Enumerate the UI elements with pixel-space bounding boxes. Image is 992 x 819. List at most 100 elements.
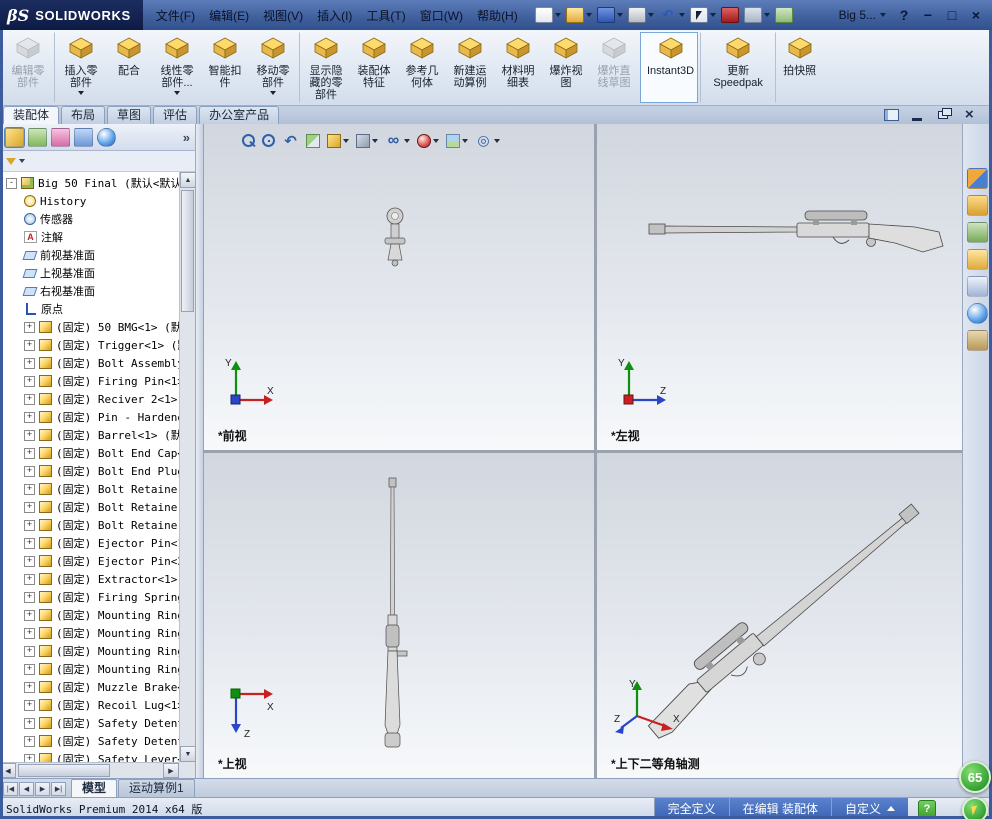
dropdown-caret-icon[interactable]: [372, 138, 378, 143]
tree-item[interactable]: (固定) Bolt Retainer Pi: [0, 498, 179, 516]
dropdown-caret-icon[interactable]: [678, 13, 685, 17]
tree-expander[interactable]: [24, 663, 35, 675]
ribbon-button[interactable]: 显示隐藏的零部件: [299, 32, 350, 103]
dropdown-caret-icon[interactable]: [78, 91, 84, 95]
tree-item[interactable]: (固定) Bolt End Cap<1>: [0, 444, 179, 462]
ribbon-button[interactable]: 智能扣件: [201, 32, 249, 103]
tab-nav-button[interactable]: |◀: [3, 782, 18, 796]
ribbon-button[interactable]: 配合: [105, 32, 153, 103]
tree-item[interactable]: (固定) Mounting Ring To: [0, 642, 179, 660]
tree-item[interactable]: (固定) Pin - Hardened G: [0, 408, 179, 426]
tree-item[interactable]: (固定) Muzzle Brake<1>: [0, 678, 179, 696]
tree-item[interactable]: (固定) Mounting Ring To: [0, 660, 179, 678]
viewport-restore-icon[interactable]: [934, 108, 952, 122]
quick-toolbar-button[interactable]: [564, 6, 594, 24]
ribbon-button[interactable]: 更新 Speedpak: [700, 32, 773, 103]
task-pane-appearances-icon[interactable]: [967, 276, 988, 297]
scrollbar-thumb[interactable]: [18, 764, 110, 777]
ribbon-button[interactable]: 材料明细表: [494, 32, 542, 103]
ribbon-button[interactable]: 移动零部件: [249, 32, 297, 103]
viewport-minimize-icon[interactable]: [908, 108, 926, 122]
dropdown-caret-icon[interactable]: [494, 138, 500, 143]
viewport-left[interactable]: Y Z *左视: [597, 124, 962, 450]
scrollbar-thumb[interactable]: [181, 190, 194, 312]
dropdown-caret-icon[interactable]: [554, 13, 561, 17]
tree-item[interactable]: (固定) Safety Detent<2>: [0, 732, 179, 750]
hud-toolbar-button[interactable]: [282, 132, 299, 149]
menu-item[interactable]: 窗口(W): [413, 5, 470, 26]
tree-vertical-scrollbar[interactable]: [179, 172, 196, 762]
command-tab[interactable]: 草图: [107, 106, 152, 124]
configurationmanager-icon[interactable]: [51, 127, 70, 147]
tree-item[interactable]: (固定) Firing Pin<1> (默: [0, 372, 179, 390]
ribbon-button[interactable]: 编辑零部件: [4, 32, 52, 103]
panel-overflow-chevron[interactable]: »: [183, 130, 190, 145]
ribbon-button[interactable]: 爆炸直线草图: [590, 32, 638, 103]
filter-caret-icon[interactable]: [19, 159, 25, 163]
quick-toolbar-button[interactable]: [719, 6, 741, 24]
featuremanager-tree-icon[interactable]: [4, 126, 25, 148]
dropdown-caret-icon[interactable]: [585, 13, 592, 17]
command-tab[interactable]: 办公室产品: [199, 106, 280, 124]
tree-expander[interactable]: [24, 735, 35, 747]
tree-item[interactable]: (固定) Safety Detent<1>: [0, 714, 179, 732]
command-tab[interactable]: 布局: [61, 106, 106, 124]
hud-toolbar-button[interactable]: [385, 132, 410, 149]
quick-toolbar-button[interactable]: [688, 6, 718, 24]
scroll-right-arrow[interactable]: [163, 763, 179, 778]
tree-item[interactable]: (固定) Bolt Assembly<1>: [0, 354, 179, 372]
tree-expander[interactable]: [24, 321, 35, 333]
tree-expander[interactable]: [24, 591, 35, 603]
dropdown-caret-icon[interactable]: [709, 13, 716, 17]
tree-item-root[interactable]: Big 50 Final (默认<默认_显: [0, 174, 179, 192]
ribbon-button[interactable]: Instant3D: [640, 32, 699, 103]
propertymanager-icon[interactable]: [28, 127, 47, 147]
quick-toolbar-button[interactable]: [595, 6, 625, 24]
dropdown-caret-icon[interactable]: [462, 138, 468, 143]
command-tab[interactable]: 装配体: [3, 106, 60, 124]
dropdown-caret-icon[interactable]: [616, 13, 623, 17]
tab-nav-button[interactable]: ▶: [35, 782, 50, 796]
task-pane-design-library-icon[interactable]: [967, 195, 988, 216]
study-tab[interactable]: 模型: [71, 779, 118, 797]
tree-item[interactable]: (固定) Trigger<1> (默认: [0, 336, 179, 354]
tree-filter-bar[interactable]: [0, 151, 195, 172]
menu-item[interactable]: 插入(I): [310, 5, 359, 26]
hud-toolbar-button[interactable]: [306, 133, 320, 148]
viewport-pane-icon[interactable]: [882, 108, 900, 122]
quick-toolbar-button[interactable]: [773, 6, 795, 24]
tree-item[interactable]: (固定) Recoil Lug<1> (默: [0, 696, 179, 714]
tree-item[interactable]: 传感器: [0, 210, 179, 228]
tree-item[interactable]: History: [0, 192, 179, 210]
tree-item[interactable]: (固定) Safety Lever<1>: [0, 750, 179, 762]
hud-toolbar-button[interactable]: [417, 133, 439, 148]
task-pane-scenes-icon[interactable]: [967, 303, 988, 324]
tree-expander[interactable]: [24, 645, 35, 657]
ribbon-button[interactable]: 爆炸视图: [542, 32, 590, 103]
menu-item[interactable]: 编辑(E): [202, 5, 256, 26]
tree-item[interactable]: 右视基准面: [0, 282, 179, 300]
hud-toolbar-button[interactable]: [446, 133, 468, 148]
hud-toolbar-button[interactable]: [475, 132, 500, 149]
ribbon-button[interactable]: 拍快照: [775, 32, 821, 103]
tree-expander[interactable]: [24, 465, 35, 477]
tree-expander[interactable]: [24, 483, 35, 495]
command-tab[interactable]: 评估: [153, 106, 198, 124]
tree-item[interactable]: 前视基准面: [0, 246, 179, 264]
dropdown-caret-icon[interactable]: [343, 138, 349, 143]
tree-item[interactable]: 原点: [0, 300, 179, 318]
dropdown-caret-icon[interactable]: [433, 138, 439, 143]
dropdown-caret-icon[interactable]: [270, 91, 276, 95]
tree-expander[interactable]: [24, 393, 35, 405]
tree-expander[interactable]: [24, 555, 35, 567]
tree-item[interactable]: (固定) Firing Spring Re: [0, 588, 179, 606]
tree-expander[interactable]: [24, 447, 35, 459]
hud-toolbar-button[interactable]: [327, 133, 349, 148]
tree-horizontal-scrollbar[interactable]: [0, 762, 179, 778]
tree-item[interactable]: (固定) Mounting Ring Bo: [0, 624, 179, 642]
tree-expander[interactable]: [24, 699, 35, 711]
tree-item[interactable]: (固定) Ejector Pin<1> (: [0, 534, 179, 552]
tree-expander[interactable]: [24, 411, 35, 423]
tree-expander[interactable]: [24, 339, 35, 351]
quick-toolbar-button[interactable]: [533, 6, 563, 24]
